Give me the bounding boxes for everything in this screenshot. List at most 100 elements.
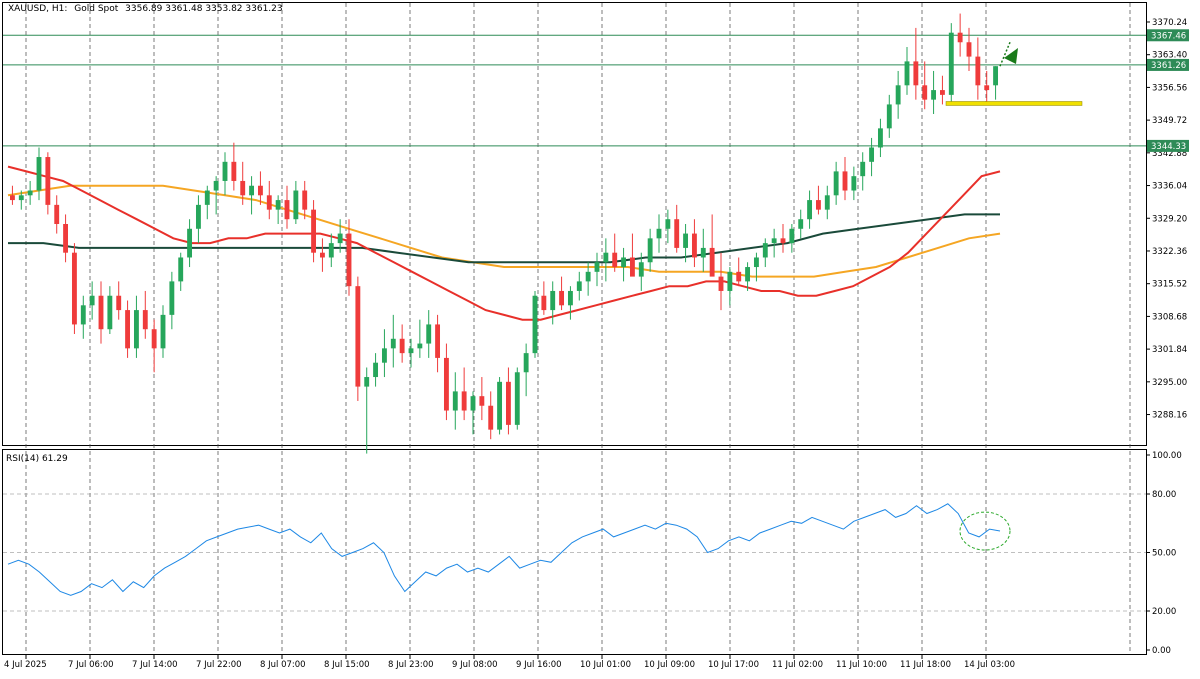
candle-body bbox=[718, 276, 724, 291]
candle-body bbox=[612, 252, 618, 268]
candle-body bbox=[319, 252, 325, 258]
candle-body bbox=[27, 190, 33, 196]
candle-body bbox=[80, 305, 86, 325]
candle-body bbox=[815, 200, 821, 210]
candle-body bbox=[231, 161, 237, 181]
price-tick-label: 3336.04 bbox=[1152, 182, 1187, 192]
symbol-label: XAUUSD, H1: bbox=[8, 4, 68, 14]
candle-body bbox=[45, 157, 51, 205]
candle-body bbox=[346, 233, 352, 287]
time-label: 7 Jul 14:00 bbox=[132, 660, 178, 670]
time-label: 11 Jul 02:00 bbox=[772, 660, 823, 670]
candle-body bbox=[311, 209, 317, 253]
candle-body bbox=[54, 204, 60, 224]
candle-body bbox=[966, 42, 972, 57]
price-badge-label: 3367.46 bbox=[1151, 31, 1186, 41]
candle-body bbox=[461, 391, 467, 411]
support-highlight bbox=[945, 101, 1083, 106]
time-label: 9 Jul 16:00 bbox=[516, 660, 562, 670]
candle-body bbox=[576, 281, 582, 291]
candle-body bbox=[514, 372, 520, 425]
candle-body bbox=[71, 252, 77, 325]
candle-body bbox=[939, 90, 945, 95]
candle-body bbox=[257, 185, 263, 196]
time-label: 7 Jul 06:00 bbox=[68, 660, 114, 670]
candle-body bbox=[160, 314, 166, 349]
rsi-label: RSI(14) 61.29 bbox=[6, 454, 68, 464]
candle-body bbox=[408, 348, 414, 354]
candle-body bbox=[691, 233, 697, 258]
chart-canvas[interactable]: 3370.243363.403356.563349.723342.883336.… bbox=[0, 0, 1200, 675]
candle-body bbox=[302, 190, 308, 210]
candle-body bbox=[957, 32, 963, 43]
candle-body bbox=[762, 243, 768, 258]
candle-body bbox=[789, 228, 795, 244]
candle-body bbox=[195, 204, 201, 229]
candle-body bbox=[621, 257, 627, 268]
time-label: 10 Jul 09:00 bbox=[644, 660, 695, 670]
candle-body bbox=[807, 200, 813, 220]
candle-body bbox=[523, 353, 529, 373]
candle-body bbox=[284, 200, 290, 220]
price-badge-label: 3361.26 bbox=[1151, 61, 1186, 71]
candle-body bbox=[142, 310, 148, 330]
candle-body bbox=[266, 195, 272, 210]
candle-body bbox=[452, 391, 458, 411]
candle-body bbox=[125, 310, 131, 349]
candle-body bbox=[9, 195, 15, 201]
chart-window: 3370.24 3363.40 3356.56 3349.72 3342.88 3336.… bbox=[0, 0, 1200, 675]
candle-body bbox=[638, 262, 644, 277]
candle-body bbox=[213, 180, 219, 191]
ohlc-label: 3356.89 3361.48 3353.82 3361.23 bbox=[125, 4, 283, 14]
time-label: 11 Jul 18:00 bbox=[900, 660, 951, 670]
candle-body bbox=[18, 195, 24, 201]
candle-body bbox=[373, 362, 379, 378]
candle-body bbox=[931, 90, 937, 100]
candle-body bbox=[89, 295, 95, 306]
candle-body bbox=[656, 228, 662, 239]
candle-body bbox=[36, 157, 42, 191]
time-label: 10 Jul 01:00 bbox=[580, 660, 631, 670]
candle-body bbox=[399, 338, 405, 354]
candle-body bbox=[417, 343, 423, 349]
candle-body bbox=[798, 219, 804, 229]
rsi-tick-label: 50.00 bbox=[1152, 549, 1176, 559]
candle-body bbox=[435, 324, 441, 358]
candle-body bbox=[780, 238, 786, 244]
rsi-tick-label: 0.00 bbox=[1152, 646, 1171, 656]
candle-body bbox=[674, 219, 680, 248]
candle-body bbox=[594, 262, 600, 272]
rsi-tick-label: 80.00 bbox=[1152, 490, 1176, 500]
candle-body bbox=[993, 66, 999, 86]
candle-body bbox=[629, 257, 635, 277]
candle-body bbox=[532, 295, 538, 354]
candle-body bbox=[745, 267, 751, 282]
time-label: 7 Jul 22:00 bbox=[196, 660, 242, 670]
candle-body bbox=[541, 295, 547, 311]
candle-body bbox=[222, 161, 228, 181]
candle-body bbox=[426, 324, 432, 344]
candle-body bbox=[249, 185, 255, 196]
time-label: 4 Jul 2025 bbox=[4, 660, 47, 670]
candle-body bbox=[567, 290, 573, 306]
candle-body bbox=[736, 271, 742, 282]
candle-body bbox=[913, 61, 919, 86]
candle-body bbox=[869, 147, 875, 162]
candle-body bbox=[647, 238, 653, 263]
price-tick-label: 3308.68 bbox=[1152, 312, 1187, 322]
candle-body bbox=[922, 85, 928, 100]
candle-body bbox=[824, 195, 830, 210]
candle-body bbox=[443, 357, 449, 411]
candle-body bbox=[727, 271, 733, 291]
price-tick-label: 3301.84 bbox=[1152, 345, 1187, 355]
candle-body bbox=[328, 243, 334, 258]
candle-body bbox=[133, 310, 139, 349]
candle-body bbox=[771, 238, 777, 244]
candle-body bbox=[585, 271, 591, 282]
candle-body bbox=[505, 381, 511, 425]
price-tick-label: 3322.36 bbox=[1152, 247, 1187, 257]
rsi-tick-label: 20.00 bbox=[1152, 607, 1176, 617]
price-tick-label: 3356.56 bbox=[1152, 83, 1187, 93]
time-label: 8 Jul 07:00 bbox=[260, 660, 306, 670]
time-label: 8 Jul 15:00 bbox=[324, 660, 370, 670]
